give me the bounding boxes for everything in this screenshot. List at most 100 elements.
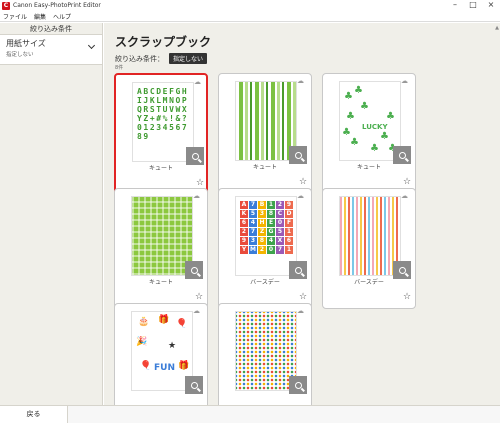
letter-block: 9: [285, 201, 293, 209]
letter-block: E: [267, 219, 275, 227]
template-thumbnail[interactable]: ♣♣♣♣♣♣♣♣♣♣LUCKY: [339, 81, 401, 161]
letter-block: F: [285, 219, 293, 227]
maximize-button[interactable]: □: [464, 0, 482, 11]
letter-block: Z: [258, 228, 266, 236]
letter-block: 7: [249, 201, 257, 209]
clover-icon: ♣: [342, 127, 351, 138]
menu-edit[interactable]: 編集: [34, 12, 46, 21]
letter-block: 1: [267, 201, 275, 209]
menu-file[interactable]: ファイル: [3, 12, 27, 21]
template-thumbnail[interactable]: ABCDEFGHIJKLMNOPQRSTUVWXYZ+#%!&?01234567…: [132, 82, 194, 162]
thumbnail-art: ABCDEFGHIJKLMNOPQRSTUVWXYZ+#%!&?01234567…: [137, 87, 189, 141]
star-icon[interactable]: ☆: [195, 293, 203, 302]
template-card[interactable]: ☁ ABCDEFGHIJKLMNOPQRSTUVWXYZ+#%!&?0123456…: [114, 73, 208, 194]
back-button[interactable]: 戻る: [0, 406, 68, 423]
letter-block: 1: [285, 246, 293, 254]
star-icon[interactable]: ☆: [196, 179, 204, 188]
cloud-download-icon: ☁: [193, 192, 200, 200]
template-card[interactable]: ☁ キュート ☆: [114, 188, 208, 309]
thumbnail-art: [340, 197, 400, 275]
template-thumbnail[interactable]: [339, 196, 401, 276]
star-icon[interactable]: ☆: [403, 178, 411, 187]
template-thumbnail[interactable]: [235, 81, 297, 161]
template-caption: キュート: [252, 164, 277, 171]
footer-bar: 戻る: [0, 405, 500, 423]
magnifier-glyph: [190, 381, 198, 389]
thumbnail-art: [236, 82, 296, 160]
clover-icon: ♣: [360, 101, 369, 112]
template-thumbnail[interactable]: [131, 196, 193, 276]
template-card[interactable]: ☁ キュート ☆: [218, 73, 312, 194]
thumbnail-art: A7B129K538CD64HE0F27ZG519384X6YM2071: [240, 201, 294, 254]
party-icon: 🎂: [138, 317, 150, 327]
scrollbar[interactable]: ▲: [494, 23, 500, 405]
party-icon: 🎁: [178, 361, 190, 371]
letter-block: 7: [276, 246, 284, 254]
cloud-download-icon: ☁: [401, 192, 408, 200]
app-logo-icon: C: [2, 1, 10, 10]
thumbnail-art: 🎂 🎁 🎈 🎉 ★ 🎈 🎁 FUN: [132, 312, 192, 390]
star-icon[interactable]: ☆: [403, 293, 411, 302]
letter-block: Y: [240, 246, 248, 254]
letter-block: 6: [285, 237, 293, 245]
letter-block: 2: [258, 246, 266, 254]
clover-icon: ♣: [350, 137, 359, 148]
title-bar: C Canon Easy-PhotoPrint Editor – □ ×: [0, 0, 500, 11]
template-card[interactable]: ☁♣♣♣♣♣♣♣♣♣♣LUCKY キュート ☆: [322, 73, 416, 194]
window-controls: – □ ×: [446, 0, 500, 11]
clover-icon: ♣: [380, 131, 389, 142]
letter-block: D: [285, 210, 293, 218]
template-card[interactable]: ☁ A 7 B 1 2 9 K 5 3 8 C D 6 4 H E 0 F 2 7 Z G 5 1 9 3 8 4 X 6 Y M 2 0 7 1 バース…: [218, 188, 312, 309]
star-icon[interactable]: ☆: [299, 293, 307, 302]
template-thumbnail[interactable]: 🎂 🎁 🎈 🎉 ★ 🎈 🎁 FUN: [131, 311, 193, 391]
letter-block: K: [240, 210, 248, 218]
letter-block: 3: [258, 210, 266, 218]
letter-block: 5: [276, 228, 284, 236]
letter-block: 8: [258, 237, 266, 245]
party-icon: 🎈: [140, 361, 152, 371]
page-title: スクラップブック: [115, 35, 212, 49]
cloud-download-icon: ☁: [194, 78, 201, 86]
sidebar-header: 絞り込み条件: [0, 23, 102, 35]
letter-block: 0: [267, 246, 275, 254]
letter-block: 8: [267, 210, 275, 218]
minimize-button[interactable]: –: [446, 0, 464, 11]
filter-condition: 絞り込み条件： 指定しない: [115, 53, 208, 64]
template-thumbnail[interactable]: A7B129K538CD64HE0F27ZG519384X6YM2071: [235, 196, 297, 276]
party-icon: 🎈: [176, 319, 188, 329]
magnifier-glyph: [294, 381, 302, 389]
menu-help[interactable]: ヘルプ: [53, 12, 71, 21]
letter-block: 9: [240, 237, 248, 245]
magnifier-glyph: [294, 151, 302, 159]
letter-block: B: [258, 201, 266, 209]
condition-badge: 指定しない: [169, 53, 208, 64]
clover-icon: ♣: [344, 91, 353, 102]
cloud-download-icon: ☁: [193, 307, 200, 315]
magnifier-glyph: [191, 152, 199, 160]
letter-block: 5: [249, 210, 257, 218]
thumbnail-art: ♣♣♣♣♣♣♣♣♣♣LUCKY: [340, 82, 400, 160]
template-thumbnail[interactable]: [235, 311, 297, 391]
letter-block: G: [267, 228, 275, 236]
template-card[interactable]: ☁ バースデー ☆: [322, 188, 416, 309]
paper-size-filter[interactable]: 用紙サイズ 指定しない: [0, 35, 102, 65]
magnifier-glyph: [190, 266, 198, 274]
clover-icon: ♣: [386, 111, 395, 122]
cloud-download-icon: ☁: [297, 192, 304, 200]
template-caption: バースデー: [354, 279, 384, 286]
party-word: FUN: [154, 363, 175, 373]
close-button[interactable]: ×: [482, 0, 500, 11]
thumbnail-art: [236, 312, 296, 390]
filter-label: 用紙サイズ: [6, 39, 46, 48]
main-content: スクラップブック 絞り込み条件： 指定しない 8件 ☁ ABCDEFGHIJKLM…: [104, 23, 500, 423]
magnifier-glyph: [294, 266, 302, 274]
thumbnail-art: [132, 197, 192, 275]
zoom-icon[interactable]: [185, 376, 203, 394]
window-title: Canon Easy-PhotoPrint Editor: [13, 2, 101, 9]
star-icon[interactable]: ☆: [299, 178, 307, 187]
party-icon: 🎁: [158, 315, 170, 325]
zoom-icon[interactable]: [289, 376, 307, 394]
letter-block: 0: [276, 219, 284, 227]
scroll-up-icon[interactable]: ▲: [494, 25, 500, 31]
letter-block: 1: [285, 228, 293, 236]
